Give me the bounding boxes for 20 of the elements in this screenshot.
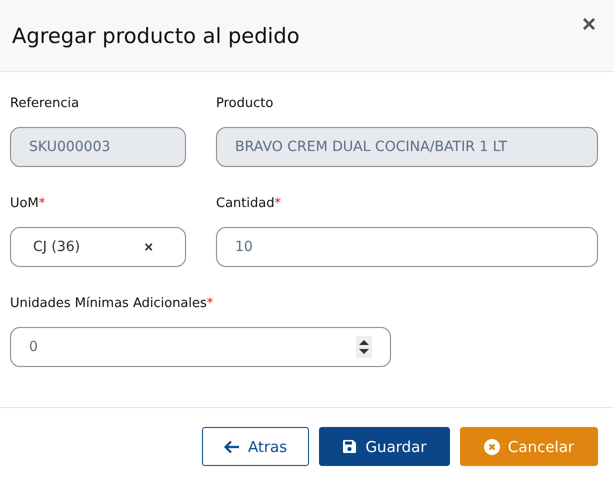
field-label: Cantidad (216, 196, 274, 210)
field-label: Referencia (10, 96, 80, 110)
clear-button[interactable]: × (144, 238, 153, 256)
required-mark: * (206, 296, 214, 310)
save-button[interactable]: Guardar (319, 427, 450, 466)
selected-value: CJ (36) (32, 239, 82, 255)
back-button[interactable]: Atras (202, 427, 309, 466)
close-button[interactable]: × (582, 12, 596, 36)
field-label: UoM (10, 196, 39, 210)
dialog-title: Agregar producto al pedido (12, 24, 300, 48)
input-field[interactable]: 10 (216, 227, 598, 267)
required-mark: * (274, 196, 281, 210)
field-label: Producto (216, 96, 274, 110)
required-mark: * (38, 196, 46, 210)
select-field[interactable]: CJ (36) × (10, 227, 186, 267)
number-field[interactable]: 0 (10, 327, 391, 367)
field-label: Unidades Mínimas Adicionales (10, 296, 207, 310)
arrow-left-icon (224, 440, 240, 454)
spinner-icon[interactable] (356, 336, 372, 358)
close-circle-icon (484, 438, 500, 454)
